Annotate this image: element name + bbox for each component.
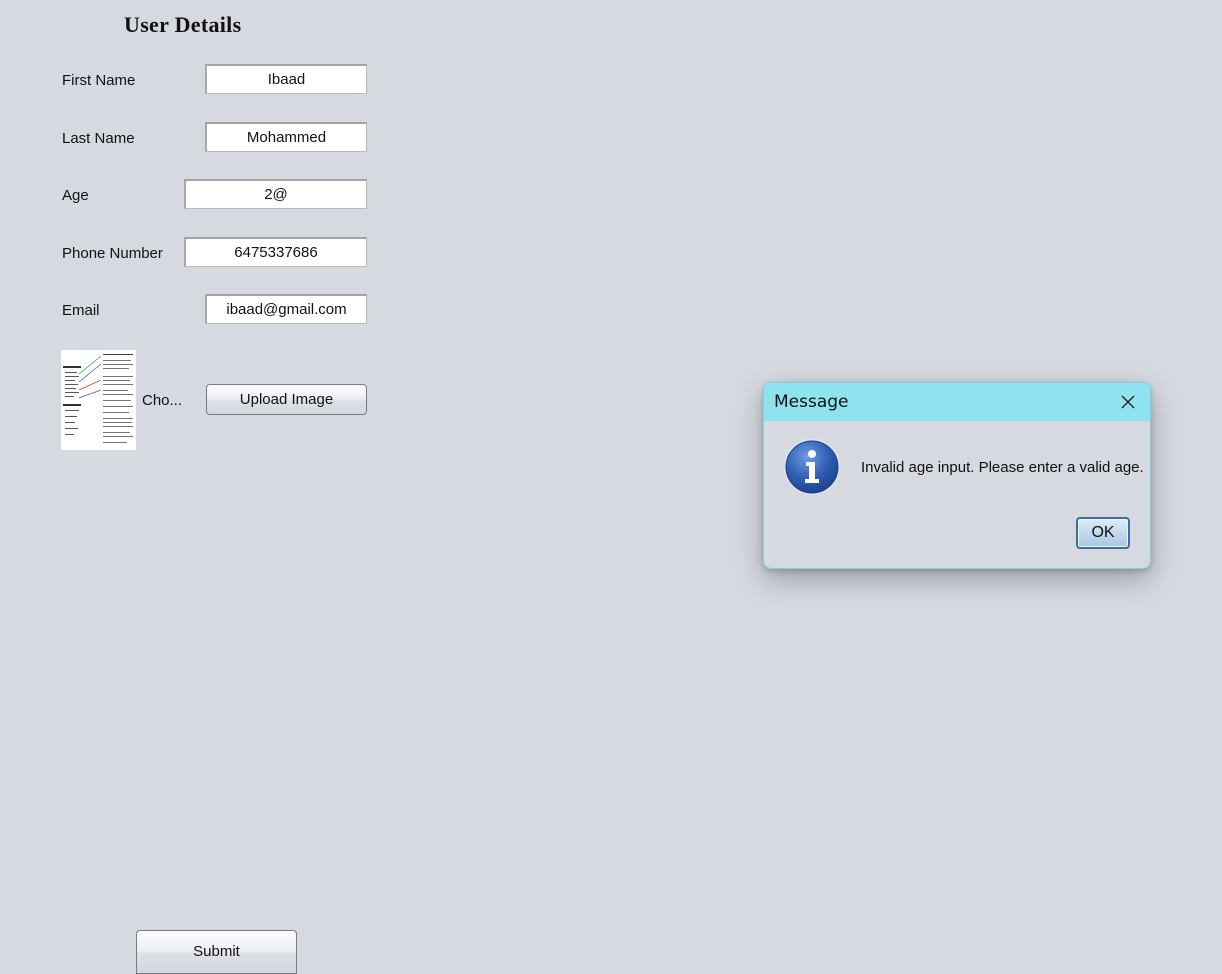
age-field[interactable] (184, 179, 367, 209)
close-icon[interactable] (1118, 392, 1138, 412)
last-name-label: Last Name (62, 130, 135, 147)
info-icon (783, 438, 841, 496)
upload-image-button[interactable]: Upload Image (206, 384, 367, 415)
ok-button[interactable]: OK (1076, 517, 1130, 549)
email-label: Email (62, 302, 100, 319)
document-preview-icon (61, 350, 136, 450)
dialog-message: Invalid age input. Please enter a valid … (861, 459, 1144, 476)
dialog-titlebar[interactable]: Message (764, 383, 1150, 421)
dialog-title: Message (774, 392, 849, 412)
submit-button[interactable]: Submit (136, 930, 297, 974)
phone-number-field[interactable] (184, 237, 367, 267)
email-field[interactable] (205, 294, 367, 324)
phone-number-label: Phone Number (62, 245, 163, 262)
message-dialog: Message Invalid age input. Please enter … (763, 382, 1151, 569)
page-title: User Details (124, 12, 242, 37)
age-label: Age (62, 187, 89, 204)
last-name-field[interactable] (205, 122, 367, 152)
first-name-field[interactable] (205, 64, 367, 94)
chosen-file-label: Cho... (142, 392, 183, 409)
first-name-label: First Name (62, 72, 136, 89)
image-thumbnail (61, 350, 136, 450)
